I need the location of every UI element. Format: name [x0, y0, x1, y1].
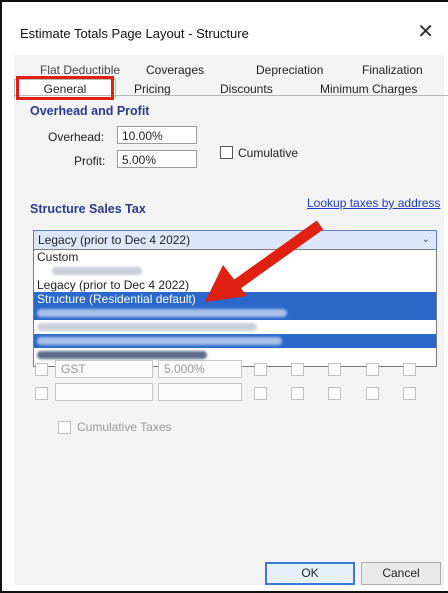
cumulative-taxes-label: Cumulative Taxes — [77, 420, 172, 434]
dropdown-option-structure[interactable]: Structure (Residential default) — [34, 292, 436, 306]
dropdown-option-custom[interactable]: Custom — [34, 250, 436, 264]
sales-tax-dropdown-list: Custom Legacy (prior to Dec 4 2022) Stru… — [33, 249, 437, 367]
tax-row-1-option-checkbox[interactable] — [403, 363, 416, 376]
blurred-text — [37, 323, 257, 331]
tax-row-2-rate[interactable] — [158, 383, 242, 401]
tax-row-2-option-checkbox[interactable] — [366, 387, 379, 400]
tax-row-2-option-checkbox[interactable] — [291, 387, 304, 400]
tax-row-2-checkbox[interactable] — [35, 387, 48, 400]
dropdown-option-blurred[interactable] — [34, 264, 436, 278]
overhead-input[interactable]: 10.00% — [117, 126, 197, 144]
tab-finalization[interactable]: Finalization — [362, 63, 423, 77]
tab-minimum-charges[interactable]: Minimum Charges — [320, 82, 417, 96]
blurred-text — [37, 351, 207, 359]
blurred-text — [37, 309, 287, 317]
tax-row-2-option-checkbox[interactable] — [403, 387, 416, 400]
profit-input[interactable]: 5.00% — [117, 150, 197, 168]
window-title: Estimate Totals Page Layout - Structure — [20, 26, 249, 41]
cumulative-checkbox[interactable] — [220, 146, 233, 159]
tax-row-1-rate-text: 5.000% — [164, 362, 205, 376]
tab-flat-deductible[interactable]: Flat Deductible — [40, 63, 120, 77]
dropdown-option-blurred[interactable] — [34, 320, 436, 334]
tax-row-1-checkbox[interactable] — [35, 363, 48, 376]
tax-row-1-rate[interactable]: 5.000% — [158, 360, 242, 378]
blurred-text — [52, 267, 142, 275]
close-icon[interactable]: ✕ — [417, 22, 434, 42]
cumulative-taxes-checkbox[interactable] — [58, 421, 71, 434]
tab-depreciation[interactable]: Depreciation — [256, 63, 323, 77]
tax-row-2-name[interactable] — [55, 383, 153, 401]
tax-row-1-name-text: GST — [61, 362, 86, 376]
dropdown-option-blurred[interactable] — [34, 306, 436, 320]
tax-row-1-option-checkbox[interactable] — [291, 363, 304, 376]
title-bar: Estimate Totals Page Layout - Structure … — [2, 2, 448, 50]
tax-row-2-option-checkbox[interactable] — [254, 387, 267, 400]
profit-label: Profit: — [74, 154, 106, 168]
cancel-button[interactable]: Cancel — [361, 562, 441, 585]
overhead-label: Overhead: — [48, 130, 105, 144]
dropdown-option-blurred[interactable] — [34, 334, 436, 348]
tab-highlight-annotation — [16, 76, 114, 100]
ok-button[interactable]: OK — [265, 562, 355, 585]
chevron-down-icon[interactable]: ⌄ — [422, 234, 430, 245]
tax-row-1-option-checkbox[interactable] — [254, 363, 267, 376]
overhead-profit-title: Overhead and Profit — [30, 104, 150, 118]
tab-pricing[interactable]: Pricing — [134, 82, 171, 96]
tax-row-1-option-checkbox[interactable] — [328, 363, 341, 376]
sales-tax-selected-value: Legacy (prior to Dec 4 2022) — [38, 233, 191, 247]
tax-row-2-option-checkbox[interactable] — [328, 387, 341, 400]
cumulative-label: Cumulative — [238, 146, 299, 160]
sales-tax-select[interactable]: Legacy (prior to Dec 4 2022) ⌄ — [33, 230, 437, 250]
tab-discounts[interactable]: Discounts — [220, 82, 273, 96]
blurred-text — [37, 337, 282, 345]
lookup-taxes-link[interactable]: Lookup taxes by address — [307, 196, 440, 210]
dropdown-option-legacy[interactable]: Legacy (prior to Dec 4 2022) — [34, 278, 436, 292]
sales-tax-title: Structure Sales Tax — [30, 202, 146, 216]
tab-coverages[interactable]: Coverages — [146, 63, 204, 77]
tax-row-1-name[interactable]: GST — [55, 360, 153, 378]
tax-row-1-option-checkbox[interactable] — [366, 363, 379, 376]
